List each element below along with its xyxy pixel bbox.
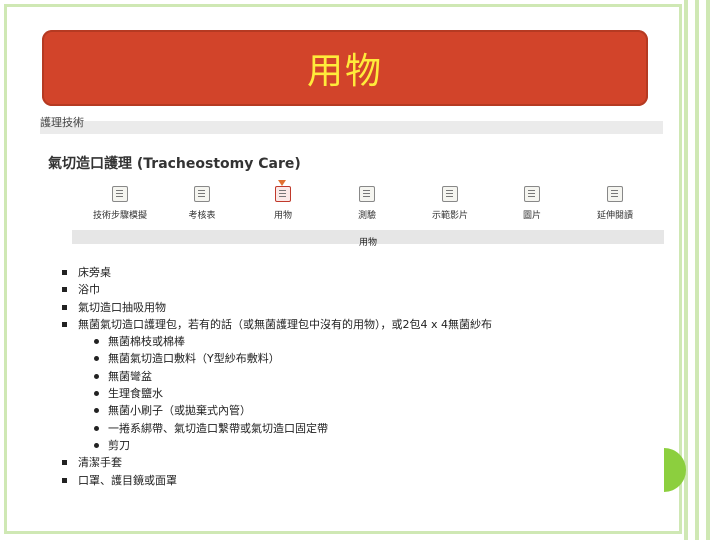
reading-icon [607, 186, 623, 202]
nav-item-steps[interactable]: 技術步驟模擬 [80, 186, 160, 221]
nav-item-quiz[interactable]: 測驗 [327, 186, 407, 221]
list-item: 口罩、護目鏡或面罩 [62, 472, 492, 489]
sub-list-item: 無菌棉枝或棉棒 [62, 333, 492, 350]
sub-list-item: 生理食鹽水 [62, 385, 492, 402]
sub-list-item: 無菌氣切造口敷料（Y型紗布敷料） [62, 350, 492, 367]
nav-label: 技術步驟模擬 [92, 211, 147, 221]
decorative-half-circle [664, 448, 686, 492]
nav-item-reading[interactable]: 延伸閱讀 [575, 186, 655, 221]
slide-title: 用物 [306, 51, 383, 92]
list-item: 氣切造口抽吸用物 [62, 299, 492, 316]
checklist-icon [194, 186, 210, 202]
list-item: 浴巾 [62, 281, 492, 298]
title-banner: 用物 [42, 30, 648, 106]
decorative-rail [695, 0, 699, 540]
nav-label: 測驗 [357, 211, 376, 221]
sub-list-item: 一捲系綁帶、氣切造口繫帶或氣切造口固定帶 [62, 420, 492, 437]
sub-list-item: 無菌彎盆 [62, 368, 492, 385]
nav-item-supplies[interactable]: 用物 [243, 180, 323, 221]
nav-label: 延伸閱讀 [596, 211, 633, 221]
nav-toolbar: 技術步驟模擬 考核表 用物 測驗 示範影片 圖片 延伸閱讀 [80, 180, 660, 226]
sub-list-item: 無菌小刷子（或拋棄式內管） [62, 402, 492, 419]
page-title: 氣切造口護理 (Tracheostomy Care) [48, 156, 301, 172]
section-header: 用物 [72, 230, 664, 248]
decorative-rail [684, 0, 688, 540]
list-item: 清潔手套 [62, 454, 492, 471]
quiz-icon [359, 186, 375, 202]
document-icon [112, 186, 128, 202]
nav-item-checklist[interactable]: 考核表 [162, 186, 242, 221]
nav-item-images[interactable]: 圖片 [492, 186, 572, 221]
breadcrumb[interactable]: 護理技術 [40, 114, 84, 130]
image-icon [524, 186, 540, 202]
video-icon [442, 186, 458, 202]
nav-item-video[interactable]: 示範影片 [410, 186, 490, 221]
breadcrumb-bar [40, 121, 663, 134]
list-item: 床旁桌 [62, 264, 492, 281]
decorative-rail [706, 0, 710, 540]
section-title: 用物 [358, 238, 377, 248]
nav-label: 用物 [273, 211, 292, 221]
nav-label: 示範影片 [431, 211, 468, 221]
supplies-list: 床旁桌 浴巾 氣切造口抽吸用物 無菌氣切造口護理包，若有的話（或無菌護理包中沒有… [62, 264, 492, 489]
supplies-icon [275, 186, 291, 202]
sub-list-item: 剪刀 [62, 437, 492, 454]
nav-label: 圖片 [522, 211, 541, 221]
nav-label: 考核表 [188, 211, 216, 221]
list-item: 無菌氣切造口護理包，若有的話（或無菌護理包中沒有的用物），或2包4 x 4無菌紗… [62, 316, 492, 333]
